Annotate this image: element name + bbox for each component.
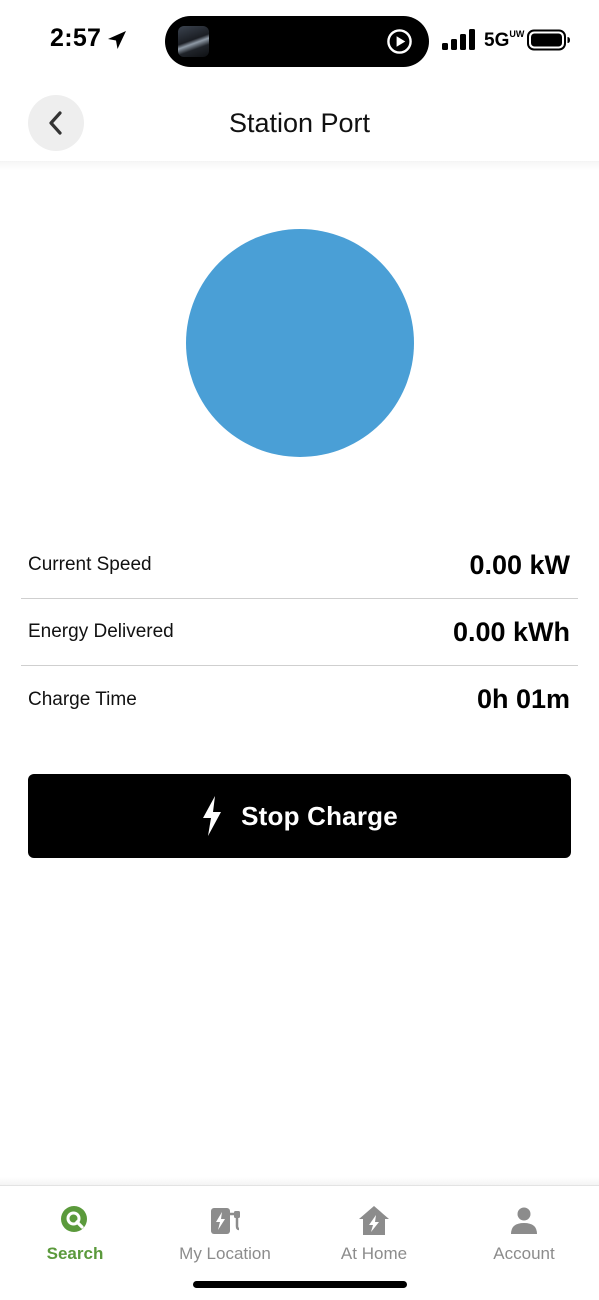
charging-stats: Current Speed 0.00 kW Energy Delivered 0… — [21, 532, 578, 733]
tab-label: Search — [46, 1244, 104, 1263]
search-icon — [61, 1206, 87, 1232]
stat-row-charge-time: Charge Time 0h 01m — [21, 666, 578, 733]
page-title: Station Port — [228, 108, 371, 138]
lightning-bolt-icon — [203, 796, 222, 836]
status-time: 2:57 — [50, 24, 102, 52]
charging-station-icon — [211, 1208, 240, 1234]
station-port-screen: 2:57 5GUW Station Port Current Speed 0.0… — [0, 0, 599, 1300]
tab-account[interactable]: Account — [449, 1204, 599, 1264]
tab-label: Account — [493, 1244, 555, 1263]
now-playing-thumbnail — [178, 26, 209, 57]
status-bar: 2:57 5GUW — [0, 0, 599, 84]
location-arrow-icon — [108, 31, 126, 49]
stat-label: Energy Delivered — [28, 621, 174, 642]
stop-charge-button[interactable]: Stop Charge — [28, 774, 571, 858]
stat-label: Current Speed — [28, 554, 152, 575]
tab-label: At Home — [340, 1244, 408, 1263]
tab-search[interactable]: Search — [0, 1204, 150, 1264]
battery-icon — [527, 29, 570, 51]
stat-row-current-speed: Current Speed 0.00 kW — [21, 532, 578, 599]
home-indicator — [193, 1281, 407, 1288]
stat-row-energy-delivered: Energy Delivered 0.00 kWh — [21, 599, 578, 666]
tab-my-location[interactable]: My Location — [150, 1204, 300, 1264]
signal-icon — [442, 29, 475, 50]
home-charging-icon — [359, 1206, 389, 1235]
charging-status-circle — [186, 229, 414, 457]
nav-header: Station Port — [0, 84, 599, 171]
stat-value: 0h 01m — [476, 684, 570, 714]
dynamic-island[interactable] — [165, 16, 429, 67]
tab-at-home[interactable]: At Home — [299, 1204, 449, 1264]
stat-value: 0.00 kW — [469, 549, 570, 580]
network-indicator: 5GUW — [484, 29, 525, 52]
tab-label: My Location — [179, 1244, 271, 1263]
stat-value: 0.00 kWh — [452, 616, 570, 647]
person-icon — [511, 1207, 537, 1234]
play-icon — [387, 29, 412, 54]
stop-charge-label: Stop Charge — [241, 800, 398, 831]
stat-label: Charge Time — [28, 688, 137, 710]
